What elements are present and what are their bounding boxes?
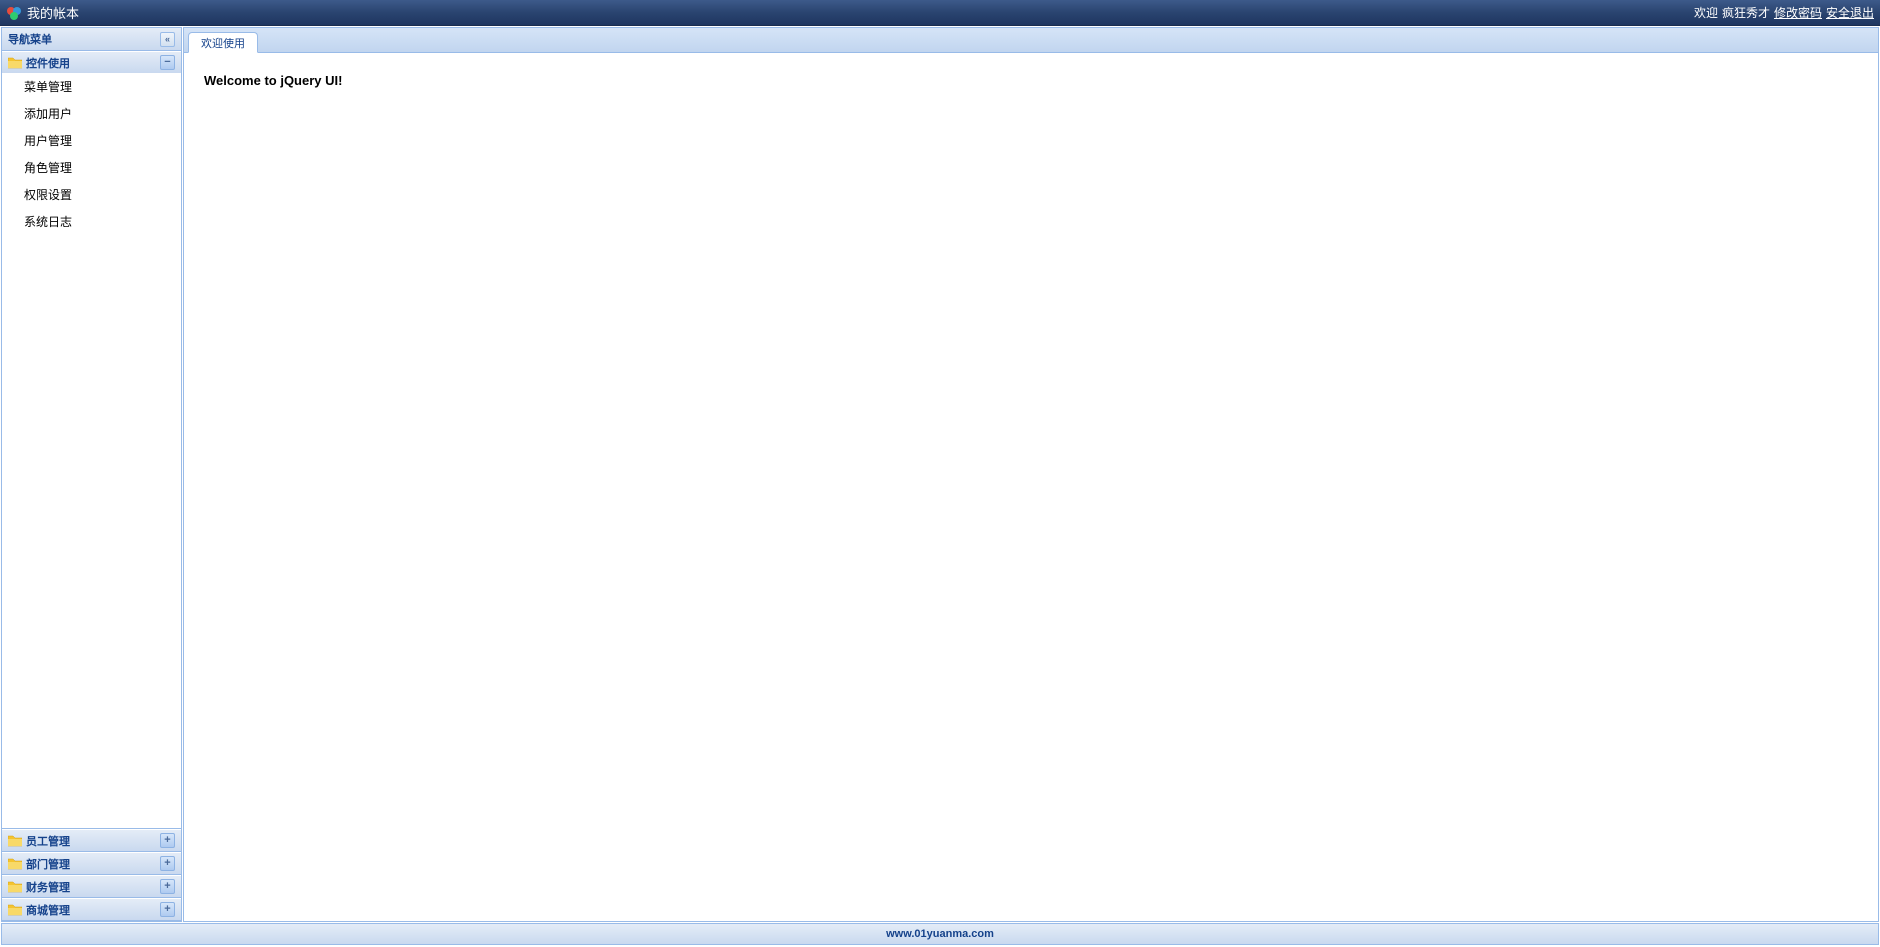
accordion-header-finance[interactable]: 财务管理 + (2, 875, 181, 897)
content-area: 欢迎使用 Welcome to jQuery UI! (183, 27, 1879, 922)
accordion-label: 员工管理 (26, 833, 70, 849)
sidebar-body: 控件使用 − 菜单管理 添加用户 用户管理 角色管理 权限设置 系统日志 (2, 51, 181, 921)
accordion-header-controls[interactable]: 控件使用 − (2, 51, 181, 73)
sidebar-collapse-button[interactable]: « (160, 32, 175, 47)
accordion-label: 商城管理 (26, 902, 70, 918)
welcome-prefix: 欢迎 (1694, 4, 1718, 21)
tab-bar: 欢迎使用 (184, 28, 1878, 53)
footer-text: www.01yuanma.com (886, 928, 994, 940)
sidebar: 导航菜单 « 控件使用 (1, 27, 182, 922)
main-layout: 导航菜单 « 控件使用 (0, 26, 1880, 923)
header-right: 欢迎 疯狂秀才 修改密码 安全退出 (1694, 4, 1874, 21)
accordion-header-mall[interactable]: 商城管理 + (2, 898, 181, 920)
expand-icon: + (160, 856, 175, 871)
header-left: 我的帐本 (6, 3, 79, 22)
folder-icon (8, 858, 22, 870)
tab-label: 欢迎使用 (201, 35, 245, 51)
folder-icon (8, 904, 22, 916)
folder-icon (8, 57, 22, 69)
folder-icon (8, 835, 22, 847)
accordion-label: 部门管理 (26, 856, 70, 872)
sidebar-item-add-user[interactable]: 添加用户 (2, 100, 181, 127)
accordion-panel-staff: 员工管理 + (2, 829, 181, 852)
tab-welcome[interactable]: 欢迎使用 (188, 32, 258, 53)
accordion-header-dept[interactable]: 部门管理 + (2, 852, 181, 874)
change-password-link[interactable]: 修改密码 (1774, 4, 1822, 21)
accordion-label: 控件使用 (26, 55, 70, 71)
accordion-panel-finance: 财务管理 + (2, 875, 181, 898)
accordion-label: 财务管理 (26, 879, 70, 895)
sidebar-title: 导航菜单 (8, 31, 52, 47)
collapse-icon: − (160, 55, 175, 70)
username: 疯狂秀才 (1722, 4, 1770, 21)
app-logo-icon (6, 5, 22, 21)
sidebar-item-user-mgmt[interactable]: 用户管理 (2, 127, 181, 154)
sidebar-header: 导航菜单 « (2, 28, 181, 51)
logout-link[interactable]: 安全退出 (1826, 4, 1874, 21)
sidebar-item-syslog[interactable]: 系统日志 (2, 208, 181, 235)
expand-icon: + (160, 833, 175, 848)
accordion-header-staff[interactable]: 员工管理 + (2, 829, 181, 851)
sidebar-item-permission[interactable]: 权限设置 (2, 181, 181, 208)
app-header: 我的帐本 欢迎 疯狂秀才 修改密码 安全退出 (0, 0, 1880, 26)
accordion-panel-dept: 部门管理 + (2, 852, 181, 875)
accordion-content-controls: 菜单管理 添加用户 用户管理 角色管理 权限设置 系统日志 (2, 73, 181, 828)
footer: www.01yuanma.com (1, 923, 1879, 945)
tab-content: Welcome to jQuery UI! (184, 53, 1878, 921)
folder-icon (8, 881, 22, 893)
expand-icon: + (160, 879, 175, 894)
accordion-panel-mall: 商城管理 + (2, 898, 181, 921)
sidebar-item-menu-mgmt[interactable]: 菜单管理 (2, 73, 181, 100)
app-title: 我的帐本 (27, 3, 79, 22)
accordion-panel-controls: 控件使用 − 菜单管理 添加用户 用户管理 角色管理 权限设置 系统日志 (2, 51, 181, 829)
welcome-heading: Welcome to jQuery UI! (204, 73, 1858, 88)
chevron-left-icon: « (165, 34, 170, 44)
expand-icon: + (160, 902, 175, 917)
sidebar-item-role-mgmt[interactable]: 角色管理 (2, 154, 181, 181)
